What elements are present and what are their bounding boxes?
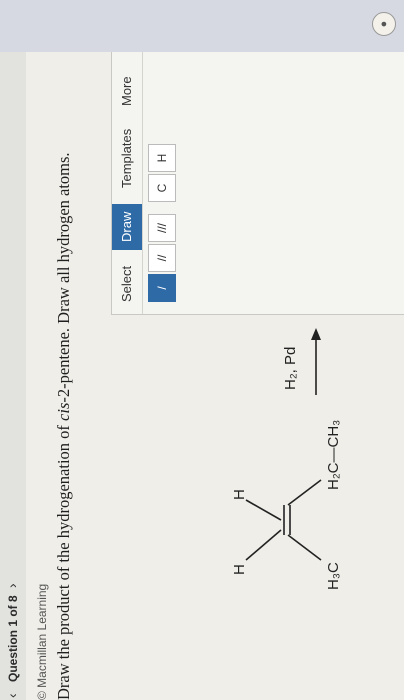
brand-label: © Macmillan Learning (35, 583, 49, 700)
prompt-before: Draw the product of the hydrogenation of (54, 420, 73, 700)
atom-hydrogen-button[interactable]: H (148, 144, 176, 172)
question-bar: ‹ Question 1 of 8 › (0, 0, 27, 700)
tab-draw[interactable]: Draw (112, 203, 142, 250)
tab-select[interactable]: Select (112, 266, 142, 302)
chevron-left-icon[interactable]: ‹ (4, 693, 20, 698)
alkene-structure: H H H₃C H₂C—CH₃ (231, 420, 342, 590)
main-content: © Macmillan Learning Draw the product of… (26, 0, 404, 700)
tab-templates[interactable]: Templates (112, 129, 142, 188)
triple-bond-tool[interactable]: /// (148, 214, 176, 242)
rotated-page: ‹ Question 1 of 8 › © Macmillan Learning… (0, 0, 404, 700)
bond-ethyl (287, 479, 322, 506)
double-bond-tool[interactable]: // (148, 244, 176, 272)
bond-h-right (245, 499, 282, 521)
group-ethyl: H₂C—CH₃ (325, 420, 342, 490)
atom-h-left: H (231, 564, 248, 575)
atom-carbon-button[interactable]: C (148, 174, 176, 202)
assistant-icon[interactable]: ● (372, 12, 396, 36)
screenshot: ‹ Question 1 of 8 › © Macmillan Learning… (0, 0, 404, 700)
atom-h-right: H (231, 489, 248, 500)
question-title: Question 1 of 8 (6, 595, 20, 682)
arrow-head (311, 328, 321, 340)
prompt-emph: cis (54, 402, 73, 421)
bond-h-left (245, 529, 282, 561)
group-methyl: H₃C (325, 562, 342, 590)
prompt-after: -2-pentene. Draw all hydrogen atoms. (54, 152, 73, 403)
question-prompt: Draw the product of the hydrogenation of… (54, 152, 74, 700)
chevron-right-icon[interactable]: › (4, 583, 20, 588)
bond-methyl (287, 534, 322, 561)
tab-more[interactable]: More (112, 76, 142, 106)
single-bond-tool[interactable]: / (148, 274, 176, 302)
side-rail: ● (0, 0, 404, 52)
reagent-label: H₂, Pd (282, 347, 299, 390)
